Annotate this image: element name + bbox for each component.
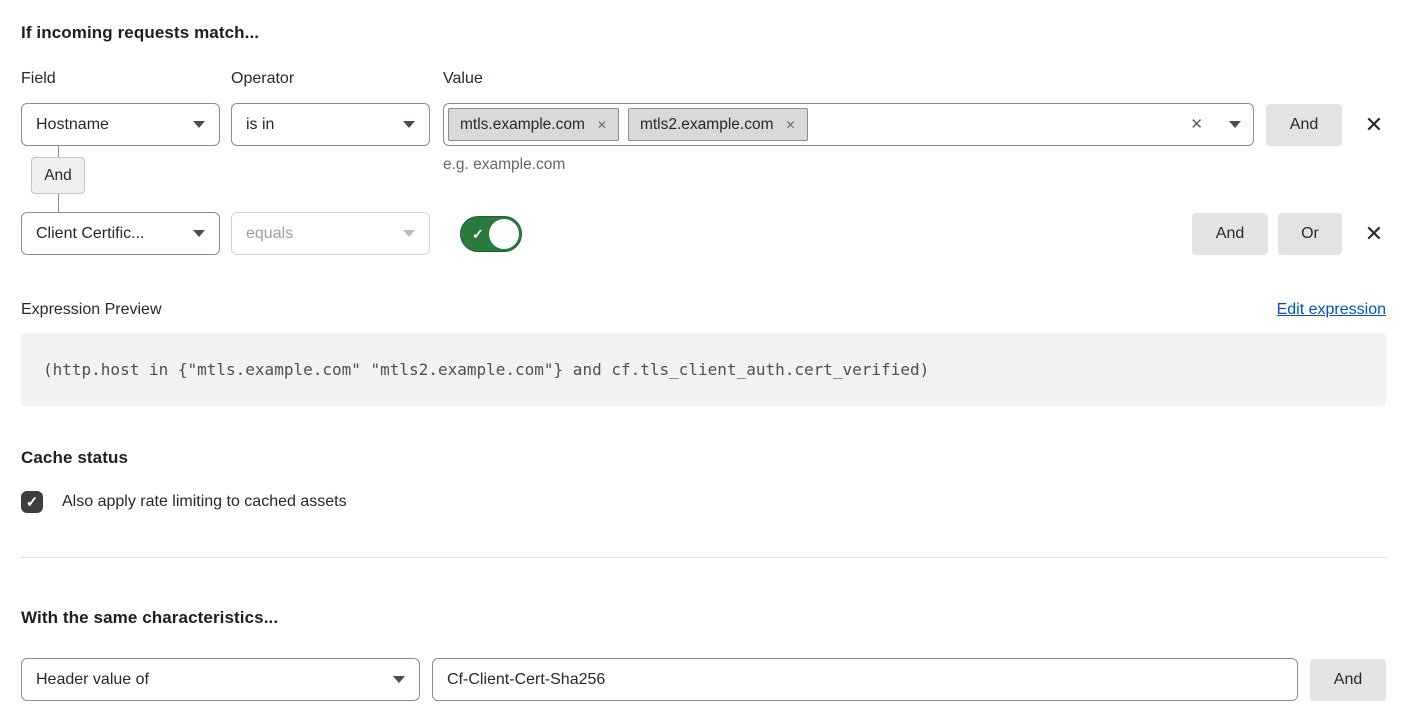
cache-checkbox-row: ✓ Also apply rate limiting to cached ass…: [21, 491, 1386, 513]
expression-preview-label: Expression Preview: [21, 301, 162, 319]
condition-row-2: Client Certific... equals ✓ And Or ✕: [21, 212, 1386, 255]
edit-expression-link[interactable]: Edit expression: [1277, 301, 1386, 319]
chevron-down-icon: [193, 230, 205, 237]
remove-condition-icon-row2[interactable]: ✕: [1362, 213, 1386, 255]
chevron-down-icon: [393, 676, 405, 683]
chevron-down-icon: [403, 230, 415, 237]
field-select-row2[interactable]: Client Certific...: [21, 212, 220, 255]
cert-verified-toggle[interactable]: ✓: [460, 216, 522, 252]
value-tag-list: mtls.example.com ✕ mtls2.example.com ✕: [448, 108, 1190, 141]
cached-assets-checkbox-label: Also apply rate limiting to cached asset…: [62, 493, 347, 511]
characteristics-row: Header value of And: [21, 658, 1386, 701]
condition-row-1: Hostname is in mtls.example.com ✕ mtls2.…: [21, 103, 1386, 146]
operator-select-value: is in: [246, 116, 274, 134]
characteristics-title: With the same characteristics...: [21, 608, 1386, 628]
cache-status-title: Cache status: [21, 448, 1386, 468]
add-and-condition-button-row1[interactable]: And: [1266, 104, 1342, 146]
value-helper-text: e.g. example.com: [443, 156, 565, 174]
check-icon: ✓: [26, 495, 39, 510]
chevron-down-icon: [1229, 121, 1241, 128]
expression-code-block: (http.host in {"mtls.example.com" "mtls2…: [21, 333, 1386, 406]
value-tag-text: mtls2.example.com: [640, 116, 774, 134]
add-and-condition-button-row2[interactable]: And: [1192, 213, 1268, 255]
remove-condition-icon-row1[interactable]: ✕: [1362, 104, 1386, 146]
connector-line: [58, 194, 59, 212]
remove-tag-icon[interactable]: ✕: [597, 119, 607, 131]
cached-assets-checkbox[interactable]: ✓: [21, 491, 43, 513]
toggle-knob: [489, 219, 519, 249]
value-tag-text: mtls.example.com: [460, 116, 585, 134]
value-column-label: Value: [443, 70, 1386, 88]
field-select-value: Client Certific...: [36, 225, 144, 243]
operator-placeholder: equals: [246, 225, 293, 243]
value-multiselect-row1[interactable]: mtls.example.com ✕ mtls2.example.com ✕ ✕: [443, 103, 1254, 146]
operator-select-row1[interactable]: is in: [231, 103, 430, 146]
characteristic-select-value: Header value of: [36, 671, 149, 689]
connector-zone: And e.g. example.com: [21, 146, 1386, 212]
condition-column-labels: Field Operator Value: [21, 70, 1386, 88]
connector-line: [58, 146, 59, 157]
row2-actions: And Or ✕: [1180, 213, 1386, 255]
chevron-down-icon: [193, 121, 205, 128]
field-select-row1[interactable]: Hostname: [21, 103, 220, 146]
clear-values-icon[interactable]: ✕: [1190, 117, 1203, 132]
value-tag: mtls.example.com ✕: [448, 108, 619, 141]
rule-builder-page: If incoming requests match... Field Oper…: [0, 0, 1420, 701]
header-name-input[interactable]: [432, 658, 1298, 701]
section-divider: [21, 557, 1386, 558]
connector-and-badge[interactable]: And: [31, 157, 85, 194]
characteristic-select[interactable]: Header value of: [21, 658, 420, 701]
check-icon: ✓: [472, 227, 484, 241]
value-tag: mtls2.example.com ✕: [628, 108, 808, 141]
field-select-value: Hostname: [36, 116, 109, 134]
remove-tag-icon[interactable]: ✕: [785, 119, 795, 131]
match-section-title: If incoming requests match...: [21, 23, 1386, 43]
add-or-condition-button-row2[interactable]: Or: [1278, 213, 1342, 255]
field-column-label: Field: [21, 70, 231, 88]
add-characteristic-button[interactable]: And: [1310, 659, 1386, 701]
condition-connector: And: [31, 146, 85, 212]
expression-header: Expression Preview Edit expression: [21, 301, 1386, 319]
operator-column-label: Operator: [231, 70, 443, 88]
operator-select-row2-disabled: equals: [231, 212, 430, 255]
chevron-down-icon: [403, 121, 415, 128]
